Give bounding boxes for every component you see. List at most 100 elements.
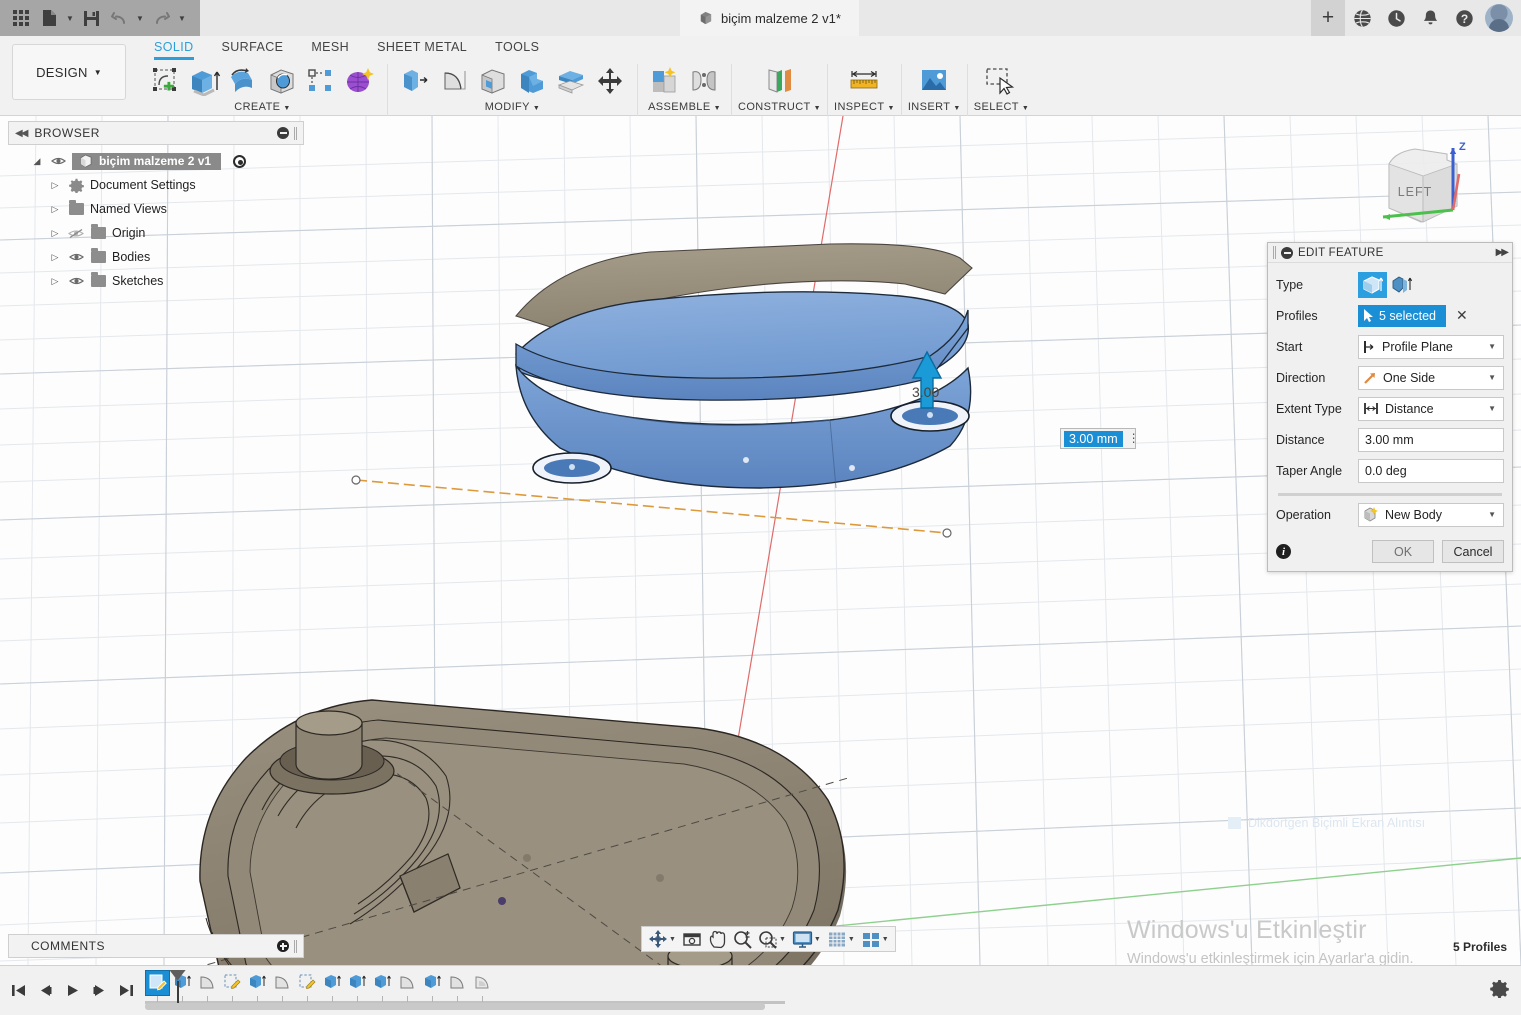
panel-select-label[interactable]: SELECT ▼ — [974, 101, 1030, 113]
timeline-playhead-marker[interactable] — [169, 969, 186, 1007]
tab-solid[interactable]: SOLID — [140, 38, 208, 64]
browser-minimize-icon[interactable] — [277, 127, 289, 139]
split-face-icon[interactable] — [553, 64, 589, 98]
timeline-feature-extrude[interactable] — [245, 970, 270, 996]
info-icon[interactable]: i — [1276, 544, 1291, 559]
expand-triangle-icon[interactable]: ▷ — [48, 228, 62, 239]
move-copy-icon[interactable] — [592, 64, 628, 98]
expand-triangle-icon[interactable]: ▷ — [48, 204, 62, 215]
ok-button[interactable]: OK — [1372, 540, 1434, 563]
clear-selection-icon[interactable]: ✕ — [1456, 307, 1468, 324]
workspace-switcher-button[interactable]: DESIGN ▼ — [12, 44, 126, 100]
viewports-icon[interactable]: ▼ — [858, 927, 892, 951]
redo-icon[interactable] — [148, 5, 174, 31]
play-icon[interactable] — [60, 976, 85, 1006]
shell-icon[interactable] — [475, 64, 511, 98]
window-selection-icon[interactable] — [983, 64, 1019, 98]
type-extrude-profile-toggle[interactable] — [1358, 271, 1387, 298]
visibility-eye-icon[interactable] — [68, 252, 84, 262]
hole-icon[interactable] — [264, 64, 300, 98]
comments-panel[interactable]: COMMENTS — [8, 934, 304, 958]
start-dropdown[interactable]: Profile Plane ▼ — [1358, 334, 1504, 359]
browser-item-document-settings[interactable]: ▷ Document Settings — [8, 173, 304, 197]
look-at-icon[interactable] — [679, 927, 705, 951]
browser-item-named-views[interactable]: ▷ Named Views — [8, 197, 304, 221]
tab-tools[interactable]: TOOLS — [481, 38, 553, 64]
zoom-window-icon[interactable]: ▼ — [755, 927, 789, 951]
view-cube[interactable]: LEFT Z — [1371, 134, 1481, 239]
create-sketch-icon[interactable] — [147, 64, 183, 98]
history-clock-icon[interactable] — [1379, 0, 1413, 36]
orbit-icon[interactable]: ▼ — [645, 927, 679, 951]
redo-dropdown-caret[interactable]: ▼ — [176, 5, 188, 31]
timeline-settings-gear-icon[interactable] — [1490, 979, 1509, 1003]
insert-image-icon[interactable] — [916, 64, 952, 98]
timeline-feature-extrude[interactable] — [420, 970, 445, 996]
timeline-track[interactable] — [145, 969, 1521, 1012]
go-to-end-icon[interactable] — [114, 976, 139, 1006]
tab-mesh[interactable]: MESH — [297, 38, 363, 64]
comments-grip[interactable] — [294, 939, 297, 953]
dimension-input-field[interactable]: 3.00 mm ⋮ — [1060, 428, 1140, 449]
timeline-feature-sketch[interactable] — [295, 970, 320, 996]
document-tab[interactable]: biçim malzeme 2 v1* — [680, 0, 859, 36]
timeline-feature-fillet[interactable] — [270, 970, 295, 996]
fillet-icon[interactable] — [436, 64, 472, 98]
timeline-feature-sketch[interactable] — [145, 969, 170, 996]
timeline-scrollbar[interactable] — [145, 1002, 765, 1010]
create-form-icon[interactable] — [342, 64, 378, 98]
pan-icon[interactable] — [705, 927, 730, 951]
browser-item-bodies[interactable]: ▷ Bodies — [8, 245, 304, 269]
visibility-eye-icon[interactable] — [68, 276, 84, 286]
user-avatar[interactable] — [1485, 4, 1513, 32]
browser-item-sketches[interactable]: ▷ Sketches — [8, 269, 304, 293]
grid-snaps-icon[interactable]: ▼ — [824, 927, 858, 951]
help-icon[interactable]: ? — [1447, 0, 1481, 36]
expand-triangle-icon[interactable]: ▷ — [48, 180, 62, 191]
browser-item-origin[interactable]: ▷ Origin — [8, 221, 304, 245]
timeline-feature-extrude[interactable] — [345, 970, 370, 996]
extent-type-dropdown[interactable]: Distance ▼ — [1358, 396, 1504, 421]
type-extrude-thin-toggle[interactable] — [1387, 272, 1416, 298]
visibility-eye-off-icon[interactable] — [68, 228, 84, 239]
dialog-grip[interactable] — [1273, 246, 1276, 259]
timeline-feature-fillet[interactable] — [445, 970, 470, 996]
direction-dropdown[interactable]: One Side ▼ — [1358, 365, 1504, 390]
new-component-icon[interactable] — [647, 64, 683, 98]
tab-sheet-metal[interactable]: SHEET METAL — [363, 38, 481, 64]
panel-inspect-label[interactable]: INSPECT ▼ — [834, 101, 895, 113]
go-to-beginning-icon[interactable] — [6, 976, 31, 1006]
undo-icon[interactable] — [106, 5, 132, 31]
taper-angle-input[interactable]: 0.0 deg — [1358, 458, 1504, 483]
timeline-feature-fillet[interactable] — [195, 970, 220, 996]
press-pull-icon[interactable] — [397, 64, 433, 98]
step-forward-icon[interactable] — [87, 976, 112, 1006]
panel-assemble-label[interactable]: ASSEMBLE ▼ — [648, 101, 721, 113]
revolve-icon[interactable] — [225, 64, 261, 98]
panel-create-label[interactable]: CREATE ▼ — [234, 101, 291, 113]
app-grid-icon[interactable] — [8, 5, 34, 31]
dialog-expand-icon[interactable]: ▶▶ — [1496, 247, 1509, 258]
notifications-bell-icon[interactable] — [1413, 0, 1447, 36]
timeline-feature-extrude[interactable] — [370, 970, 395, 996]
timeline-feature-fillet[interactable] — [395, 970, 420, 996]
offset-plane-icon[interactable] — [762, 64, 798, 98]
browser-grip[interactable] — [294, 126, 297, 140]
timeline-feature-extrude[interactable] — [320, 970, 345, 996]
pattern-icon[interactable] — [303, 64, 339, 98]
measure-icon[interactable] — [846, 64, 882, 98]
panel-modify-label[interactable]: MODIFY ▼ — [485, 101, 541, 113]
profiles-selection-button[interactable]: 5 selected — [1358, 304, 1446, 327]
undo-dropdown-caret[interactable]: ▼ — [134, 5, 146, 31]
dimension-input-value[interactable]: 3.00 mm — [1064, 430, 1123, 447]
combine-icon[interactable] — [514, 64, 550, 98]
timeline-feature-sketch[interactable] — [220, 970, 245, 996]
file-dropdown-caret[interactable]: ▼ — [64, 5, 76, 31]
step-back-icon[interactable] — [33, 976, 58, 1006]
3d-viewport[interactable]: 3.00 ◀◀ BROWSER ◢ biçim malzeme 2 v1 ▷ D… — [0, 116, 1521, 965]
collapse-icon[interactable]: ◀◀ — [15, 128, 28, 139]
file-icon[interactable] — [36, 5, 62, 31]
dialog-collapse-icon[interactable] — [1281, 246, 1293, 259]
zoom-icon[interactable] — [730, 927, 755, 951]
timeline-feature-shell[interactable] — [470, 970, 495, 996]
